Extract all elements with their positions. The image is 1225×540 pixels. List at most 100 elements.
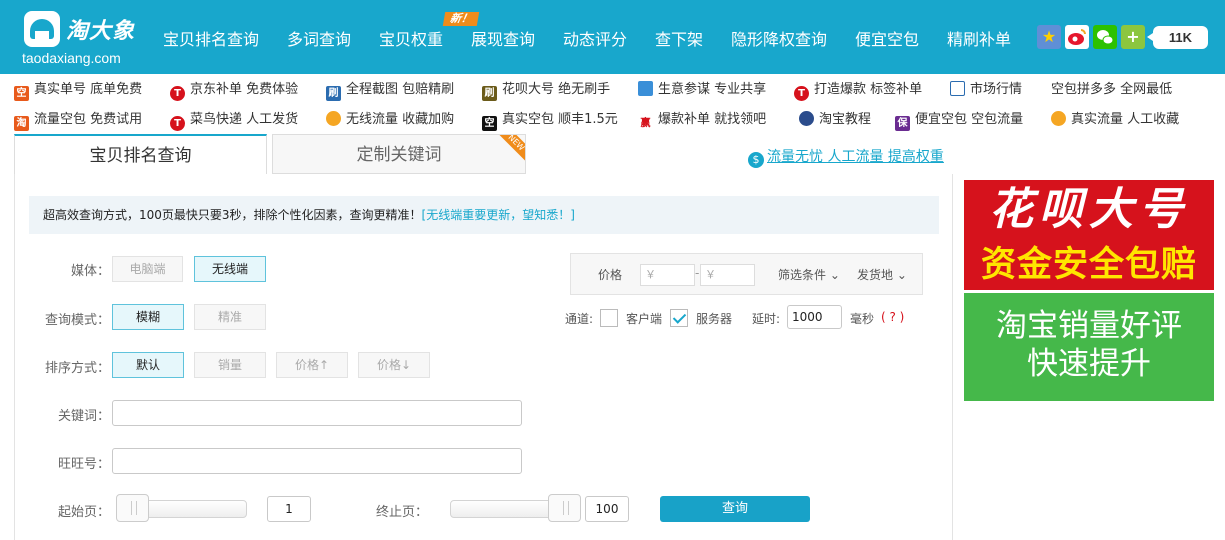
elephant-logo-icon [24, 11, 60, 47]
sort-option-sales[interactable]: 销量 [194, 352, 266, 378]
nav-item-item-weight[interactable]: 宝贝权重 [379, 26, 443, 50]
promo-link[interactable]: T 京东补单 免费体验 [170, 81, 299, 101]
promo-link[interactable]: 保便宜空包 空包流量 [895, 111, 1023, 131]
site-logo[interactable]: 淘大象 taodaxiang.com [22, 9, 140, 69]
price-label: 价格 [598, 268, 623, 282]
promo-link[interactable]: 空真实空包 顺丰1.5元 [482, 111, 618, 131]
price-dash: - [695, 266, 700, 280]
filter-conditions-label: 筛选条件 [778, 268, 827, 282]
favorite-star-icon[interactable]: ★ [1037, 25, 1061, 49]
promo-link[interactable]: 无线流量 收藏加购 [326, 111, 454, 129]
end-page-slider-handle[interactable] [548, 494, 581, 522]
promo-label: 花呗大号 绝无刷手 [502, 82, 611, 97]
promo-link[interactable]: 空真实单号 底单免费 [14, 81, 142, 101]
bao-icon: 保 [895, 116, 910, 131]
notice-text: 超高效查询方式，100页最快只要3秒，排除个性化因素，查询更精准！ [43, 208, 422, 222]
promo-label: 流量空包 免费试用 [34, 112, 143, 127]
ad-banner-sales[interactable]: 淘宝销量好评 快速提升 [964, 293, 1214, 401]
start-page-input[interactable]: 1 [267, 496, 311, 522]
weibo-icon[interactable] [1065, 25, 1089, 49]
nav-item-rank-query[interactable]: 宝贝排名查询 [163, 26, 259, 50]
ad-banner-huabei[interactable]: 花呗大号 资金安全包赔 [964, 180, 1214, 290]
filter-conditions-dropdown[interactable]: 筛选条件 ⌄ [778, 266, 840, 283]
promo-link[interactable]: 刷花呗大号 绝无刷手 [482, 81, 611, 101]
traffic-promo-text: 流量无忧 人工流量 提高权重 [767, 149, 944, 165]
promo-label: 菜鸟快递 人工发货 [190, 112, 299, 127]
promo-label: 淘宝教程 [819, 112, 872, 127]
channel-label: 通道: [565, 312, 594, 326]
end-page-input[interactable]: 100 [585, 496, 629, 522]
brush-icon: 刷 [482, 86, 497, 101]
promo-link[interactable]: 空包拼多多 全网最低 [1051, 81, 1172, 99]
promo-label: 真实流量 人工收藏 [1071, 112, 1180, 127]
start-page-slider-handle[interactable] [116, 494, 149, 522]
sort-option-default[interactable]: 默认 [112, 352, 184, 378]
delay-input[interactable]: 1000 [787, 305, 842, 329]
coin-icon [1051, 111, 1066, 126]
notice-bar: 超高效查询方式，100页最快只要3秒，排除个性化因素，查询更精准！[无线端重要更… [29, 196, 939, 234]
logo-brand-text: 淘大象 [66, 18, 136, 44]
new-corner-badge: NEW [495, 135, 525, 164]
end-page-label: 终止页： [375, 505, 428, 520]
chevron-down-icon: ⌄ [893, 268, 907, 282]
kong-icon: 空 [482, 116, 497, 131]
promo-label: 全程截图 包赔精刷 [346, 82, 455, 97]
sort-label: 排序方式： [44, 361, 110, 376]
notice-update-link[interactable]: [无线端重要更新，望知悉！] [422, 208, 575, 222]
promo-link[interactable]: 刷全程截图 包赔精刷 [326, 81, 455, 101]
query-button[interactable]: 查询 [660, 496, 810, 522]
nav-item-cheap-empty-package[interactable]: 便宜空包 [855, 26, 919, 50]
promo-label: 空包拼多多 全网最低 [1051, 82, 1173, 97]
tab-custom-keyword[interactable]: 定制关键词 NEW [272, 134, 526, 174]
traffic-promo-link[interactable]: $ 流量无忧 人工流量 提高权重 [748, 146, 944, 168]
sort-option-price-desc[interactable]: 价格↓ [358, 352, 430, 378]
price-min-input[interactable]: ￥ [640, 264, 695, 286]
nav-item-dynamic-rating[interactable]: 动态评分 [563, 26, 627, 50]
start-page-label: 起始页： [57, 505, 110, 520]
tab-custom-keyword-label: 定制关键词 [356, 145, 442, 165]
promo-label: 京东补单 免费体验 [190, 82, 299, 97]
coin-icon [326, 111, 341, 126]
tmall-icon: T [794, 86, 809, 101]
promo-link[interactable]: T 菜鸟快递 人工发货 [170, 111, 299, 131]
ad-huabei-title: 花呗大号 [989, 184, 1189, 235]
nav-item-fine-order-brush[interactable]: 精刷补单 [947, 26, 1011, 50]
add-plus-icon[interactable]: + [1121, 25, 1145, 49]
kong-icon: 空 [14, 86, 29, 101]
client-checkbox[interactable] [600, 309, 618, 327]
delay-unit: 毫秒 [850, 312, 875, 326]
promo-link[interactable]: 市场行情 [950, 81, 1022, 99]
promo-link[interactable]: 赢爆款补单 就找领吧 [638, 111, 766, 131]
promo-link[interactable]: 生意参谋 专业共享 [638, 81, 766, 99]
promo-link[interactable]: 淘宝教程 [799, 111, 871, 129]
promo-link[interactable]: 淘流量空包 免费试用 [14, 111, 143, 131]
promo-link[interactable]: 真实流量 人工收藏 [1051, 111, 1179, 129]
ship-from-dropdown[interactable]: 发货地 ⌄ [857, 266, 907, 283]
keyword-input[interactable] [112, 400, 522, 426]
tab-rank-query[interactable]: 宝贝排名查询 [14, 134, 267, 174]
server-checkbox[interactable] [670, 309, 688, 327]
nav-item-delisting-check[interactable]: 查下架 [655, 26, 703, 50]
logo-domain-text: taodaxiang.com [22, 50, 121, 66]
nav-item-hidden-penalty-query[interactable]: 隐形降权查询 [731, 26, 827, 50]
chevron-down-icon: ⌄ [826, 268, 840, 282]
mode-option-fuzzy[interactable]: 模糊 [112, 304, 184, 330]
chart-icon [638, 81, 653, 96]
wechat-icon[interactable] [1093, 25, 1117, 49]
nav-item-multi-word-query[interactable]: 多词查询 [287, 26, 351, 50]
traffic-icon: $ [748, 152, 764, 168]
price-max-input[interactable]: ￥ [700, 264, 755, 286]
media-option-pc[interactable]: 电脑端 [112, 256, 183, 282]
delay-help-link[interactable]: ( ? ) [881, 310, 904, 324]
media-label: 媒体： [70, 264, 110, 279]
mode-option-exact[interactable]: 精准 [194, 304, 266, 330]
nav-item-exposure-query[interactable]: 展现查询 [471, 26, 535, 50]
brush-icon: 刷 [326, 86, 341, 101]
tmall-icon: T [170, 116, 185, 131]
media-option-mobile[interactable]: 无线端 [194, 256, 266, 282]
sort-option-price-asc[interactable]: 价格↑ [276, 352, 348, 378]
promo-link[interactable]: T 打造爆款 标签补单 [794, 81, 922, 101]
compass-icon [950, 81, 965, 96]
wangwang-input[interactable] [112, 448, 522, 474]
promo-label: 市场行情 [970, 82, 1023, 97]
